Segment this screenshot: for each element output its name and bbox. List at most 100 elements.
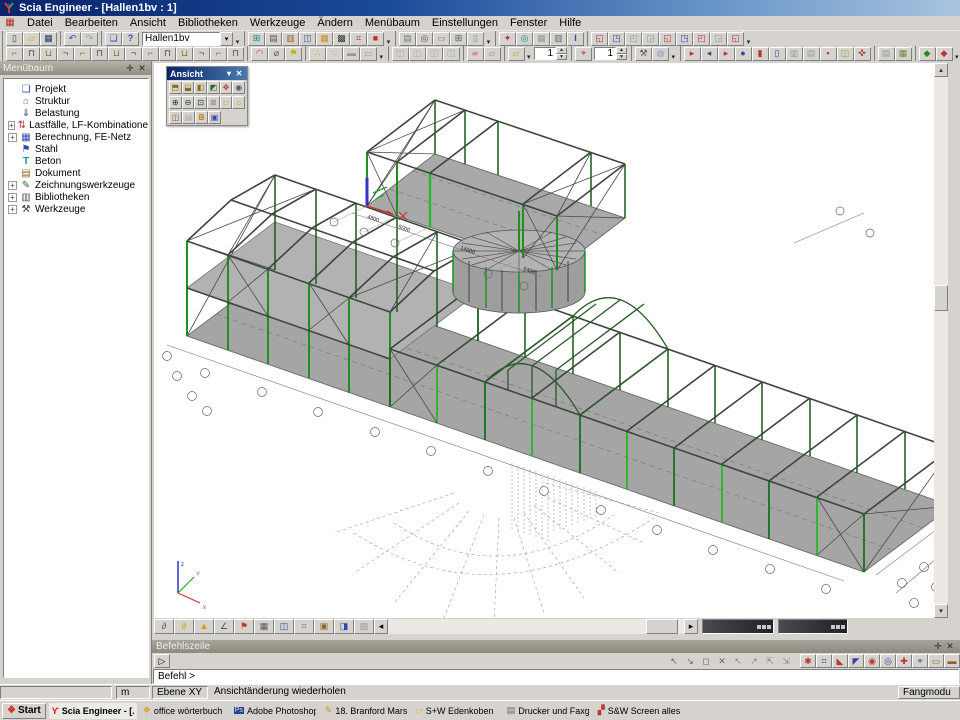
viewport-tool-button[interactable]: ∂ [174, 619, 194, 634]
palette-button[interactable]: ◩ [207, 81, 220, 94]
menu-item[interactable]: Menübaum [359, 16, 426, 30]
tree-expander-icon[interactable]: + [8, 193, 17, 202]
viewport-tool-button[interactable]: ∂ [154, 619, 174, 634]
tree-item-berechnung[interactable]: + ▦ Berechnung, FE-Netz [8, 131, 148, 143]
toolbar-overflow-icon[interactable]: ▾ [234, 32, 241, 46]
spinner-arrows[interactable]: ▲▼ [616, 47, 627, 60]
toolbar-button[interactable]: ▤ [265, 32, 282, 46]
toolbar-button[interactable]: ▸ [684, 47, 701, 61]
toolbar-button[interactable]: ▯ [6, 32, 23, 46]
toolbar-button[interactable]: ⊓ [23, 47, 40, 61]
task-drucker[interactable]: ▤ Drucker und Faxg... [504, 703, 592, 719]
toolbar-button[interactable]: ▯ [769, 47, 786, 61]
toolbar-button[interactable]: ◫ [837, 47, 854, 61]
cursor-mode-icon[interactable]: ▷ [154, 654, 170, 668]
viewport-tool-button[interactable]: ◫ [274, 619, 294, 634]
tree-expander-icon[interactable] [8, 157, 17, 166]
toolbar-button[interactable]: ◱ [591, 32, 608, 46]
status-plane[interactable]: Ebene XY [152, 686, 208, 699]
ansicht-palette-header[interactable]: Ansicht ▾ ✕ [167, 67, 247, 80]
befehlszeile-header[interactable]: Befehlszeile ✛ ✕ [152, 640, 960, 653]
toolbar-button[interactable]: ◳ [676, 32, 693, 46]
toolbar-button[interactable]: ▥ [282, 32, 299, 46]
palette-button[interactable]: ✥ [220, 81, 233, 94]
menu-item[interactable]: Bearbeiten [59, 16, 124, 30]
tree-item-struktur[interactable]: ⌂ Struktur [8, 95, 148, 107]
toolbar-button[interactable]: ▭ [433, 32, 450, 46]
menu-item[interactable]: Ansicht [124, 16, 172, 30]
project-combo-value[interactable]: Hallen1bv [142, 32, 220, 46]
minimized-window[interactable] [702, 619, 774, 634]
snap-tool-button[interactable]: ▭ [928, 654, 944, 668]
toolbar-button[interactable]: ◆ [919, 47, 936, 61]
toolbar-button[interactable]: ⌐ [210, 47, 227, 61]
palette-button[interactable]: B [195, 111, 208, 124]
menubaum-panel-header[interactable]: Menübaum ✛ ✕ [0, 61, 151, 75]
palette-button[interactable]: ⊖ [182, 96, 195, 109]
toolbar-overflow-icon[interactable]: ▾ [954, 47, 960, 61]
viewport-tool-button[interactable]: ⌗ [294, 619, 314, 634]
toolbar-button[interactable]: ∵ [326, 47, 343, 61]
selection-tool-button[interactable]: ◻ [698, 654, 714, 668]
toolbar-button[interactable]: ◳ [608, 32, 625, 46]
toolbar-button[interactable]: ◫ [392, 47, 409, 61]
status-units[interactable]: m [116, 686, 150, 699]
toolbar-button[interactable]: ¬ [193, 47, 210, 61]
toolbar-button[interactable]: ⚒ [635, 47, 652, 61]
palette-button[interactable]: ⊠ [207, 96, 220, 109]
tree-expander-icon[interactable]: + [8, 133, 17, 142]
toolbar-button[interactable]: ▦ [316, 32, 333, 46]
menu-item[interactable]: Fenster [504, 16, 553, 30]
toolbar-button[interactable]: ◱ [659, 32, 676, 46]
toolbar-button[interactable]: ⌗ [350, 32, 367, 46]
toolbar-overflow-icon[interactable]: ▾ [378, 47, 385, 61]
selection-tool-button[interactable]: ↗ [746, 654, 762, 668]
tree-item-stahl[interactable]: ⚑ Stahl [8, 143, 148, 155]
toolbar-overflow-icon[interactable]: ▾ [526, 47, 533, 61]
load-spinner[interactable]: 1 ▲▼ [594, 47, 627, 60]
tree-item-dokument[interactable]: ▤ Dokument [8, 167, 148, 179]
palette-button[interactable]: ☼ [232, 96, 245, 109]
viewport-tool-button[interactable]: ▲ [194, 619, 214, 634]
command-input[interactable]: Befehl > [153, 669, 959, 684]
pin-icon[interactable]: ✛ [932, 641, 944, 652]
toolbar-button[interactable]: ◰ [693, 32, 710, 46]
toolbar-button[interactable]: ▤ [878, 47, 895, 61]
toolbar-button[interactable]: ⊔ [40, 47, 57, 61]
selection-tool-button[interactable]: ⇱ [762, 654, 778, 668]
toolbar-button[interactable]: ◫ [299, 32, 316, 46]
toolbar-button[interactable]: ⌐ [142, 47, 159, 61]
toolbar-button[interactable]: ▩ [333, 32, 350, 46]
toolbar-button[interactable]: ▱ [23, 32, 40, 46]
toolbar-button[interactable]: ¬ [125, 47, 142, 61]
toolbar-button[interactable]: ⊓ [159, 47, 176, 61]
chevron-down-icon[interactable]: ▾ [224, 69, 234, 78]
toolbar-button[interactable]: ◍ [652, 47, 669, 61]
tree-expander-icon[interactable] [8, 85, 17, 94]
tree-item-projekt[interactable]: ❏ Projekt [8, 83, 148, 95]
combo-dropdown-icon[interactable]: ▾ [220, 32, 233, 46]
tree-item-werkzeuge[interactable]: + ⚒ Werkzeuge [8, 203, 148, 215]
toolbar-button[interactable]: ▱ [484, 47, 501, 61]
toolbar-button[interactable]: ◆ [936, 47, 953, 61]
toolbar-button[interactable]: ⊞ [450, 32, 467, 46]
task-woerterbuch[interactable]: ❖ office wörterbuch ... [140, 703, 228, 719]
toolbar-button[interactable]: ◎ [416, 32, 433, 46]
tree-expander-icon[interactable] [8, 145, 17, 154]
toolbar-button[interactable]: ↶ [64, 32, 81, 46]
selection-tool-button[interactable]: ✕ [714, 654, 730, 668]
palette-button[interactable]: ▤ [182, 111, 195, 124]
close-icon[interactable]: ✕ [944, 641, 956, 652]
viewport-tool-button[interactable]: ▣ [314, 619, 334, 634]
toolbar-button[interactable]: ⊓ [227, 47, 244, 61]
palette-button[interactable]: ◉ [232, 81, 245, 94]
toolbar-button[interactable]: ▪ [820, 47, 837, 61]
palette-button[interactable]: ▣ [208, 111, 221, 124]
toolbar-button[interactable]: ⌖ [575, 47, 592, 61]
minimized-window[interactable] [778, 619, 848, 634]
toolbar-button[interactable]: ∴ [309, 47, 326, 61]
toolbar-overflow-icon[interactable]: ▾ [485, 32, 492, 46]
scroll-down-icon[interactable]: ▾ [934, 604, 948, 618]
toolbar-button[interactable]: ❏ [105, 32, 122, 46]
tree-item-beton[interactable]: T Beton [8, 155, 148, 167]
